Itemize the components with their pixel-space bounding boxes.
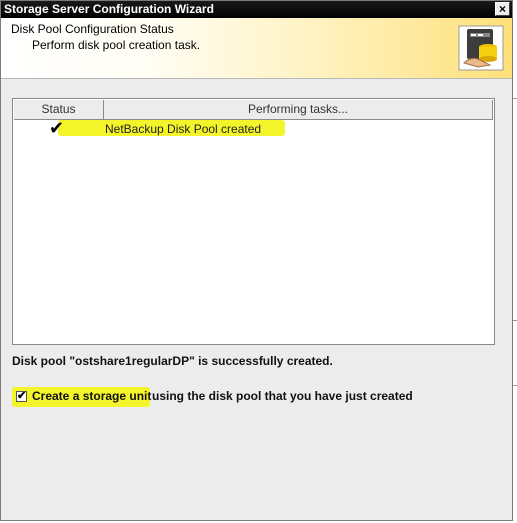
wizard-header: Disk Pool Configuration Status Perform d… <box>1 18 512 79</box>
edge-tick <box>513 98 517 99</box>
column-header-status[interactable]: Status <box>14 100 104 119</box>
table-header: Status Performing tasks... <box>14 100 493 120</box>
task-status-table: Status Performing tasks... ✔ NetBackup D… <box>12 98 495 345</box>
checkbox-label-rest[interactable]: using the disk pool that you have just c… <box>152 389 413 403</box>
page-subtitle: Perform disk pool creation task. <box>32 38 201 52</box>
task-text: NetBackup Disk Pool created <box>105 122 262 136</box>
window-edge <box>513 0 517 523</box>
status-message: Disk pool "ostshare1regularDP" is succes… <box>12 354 333 368</box>
close-button[interactable]: × <box>495 2 510 16</box>
window-title: Storage Server Configuration Wizard <box>4 2 214 16</box>
title-bar[interactable]: Storage Server Configuration Wizard × <box>1 1 512 18</box>
page-title: Disk Pool Configuration Status <box>11 22 174 36</box>
checkmark-icon: ✔ <box>49 118 65 138</box>
column-header-tasks[interactable]: Performing tasks... <box>104 100 493 119</box>
storage-server-icon <box>458 25 504 71</box>
edge-tick <box>513 385 517 386</box>
create-storage-unit-checkbox[interactable]: ✔ <box>16 391 27 402</box>
checkbox-label-highlighted[interactable]: Create a storage unit <box>32 389 151 403</box>
table-row[interactable]: ✔ NetBackup Disk Pool created <box>14 118 493 138</box>
edge-tick <box>513 320 517 321</box>
